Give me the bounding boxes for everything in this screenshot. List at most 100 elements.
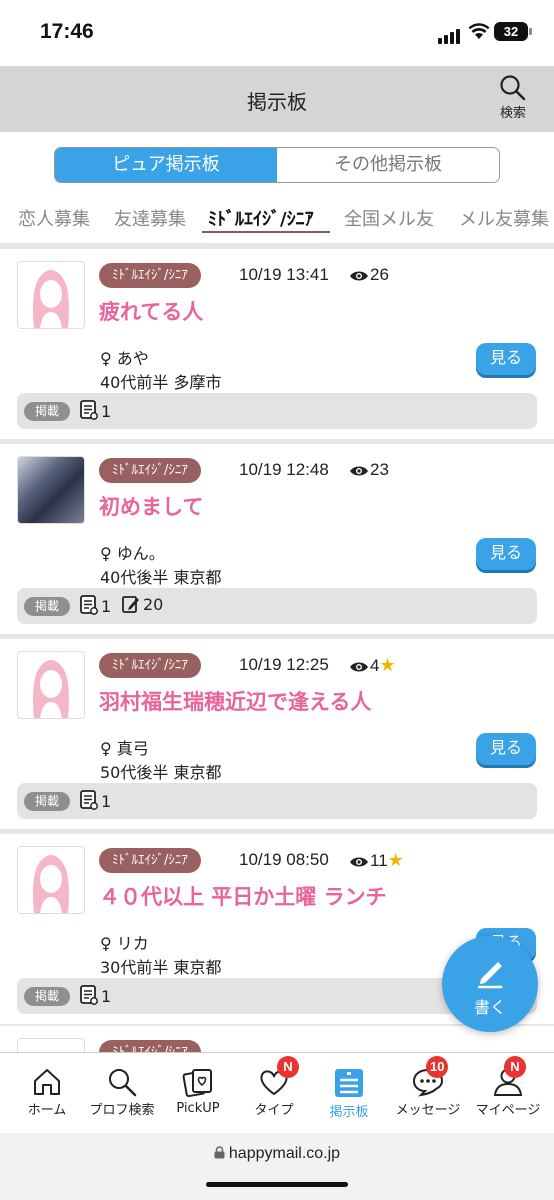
- post-info-bar: 掲載 1: [17, 393, 537, 429]
- nav-label: プロフ検索: [89, 1103, 155, 1118]
- avatar[interactable]: [17, 651, 85, 719]
- view-button[interactable]: 見る: [476, 733, 536, 765]
- reply-count-value: 20: [143, 595, 164, 614]
- category-badge: ﾐﾄﾞﾙｴｲｼﾞ/ｼﾆｱ: [99, 848, 201, 873]
- avatar[interactable]: [17, 846, 85, 914]
- avatar: [17, 1038, 85, 1052]
- notification-badge: N: [277, 1056, 299, 1078]
- eye-icon: [350, 271, 368, 281]
- list-item[interactable]: ﾐﾄﾞﾙｴｲｼﾞ/ｼﾆｱ 10/19 12:48 23 初めまして ♀ ゆん。 40代後半…: [0, 444, 554, 634]
- tab-other-board[interactable]: その他掲示板: [277, 148, 499, 182]
- view-count: 11★: [349, 850, 404, 871]
- posted-tag: 掲載: [24, 792, 71, 811]
- category-tab[interactable]: 友達募集: [114, 205, 186, 231]
- edit-icon: [122, 596, 139, 613]
- post-title[interactable]: 初めまして: [99, 491, 203, 521]
- category-tab[interactable]: 全国メル友: [344, 205, 434, 231]
- board-switcher: ピュア掲示板 その他掲示板: [54, 147, 500, 183]
- battery-indicator: 32: [494, 22, 532, 41]
- poster-name: ♀ 真弓: [100, 739, 149, 758]
- list-item-partial: ﾐﾄﾞﾙｴｲｼﾞ/ｼﾆｱ: [0, 1026, 554, 1052]
- default-avatar-icon: [33, 270, 69, 328]
- search-icon: [109, 1069, 137, 1097]
- view-button[interactable]: 見る: [476, 538, 536, 570]
- poster-name: ♀ リカ: [100, 934, 149, 953]
- browser-url-bar[interactable]: happymail.co.jp: [0, 1133, 554, 1200]
- notification-badge: 10: [426, 1056, 449, 1078]
- search-icon: [500, 75, 526, 101]
- write-label: 書く: [473, 998, 506, 1017]
- view-count: 23: [349, 460, 389, 480]
- nav-board[interactable]: 掲示板: [314, 1053, 384, 1133]
- post-info-bar: 掲載 1 20: [17, 588, 537, 624]
- notification-badge: N: [504, 1056, 526, 1078]
- app-header: 掲示板 検索: [0, 66, 554, 132]
- nav-home[interactable]: ホーム: [12, 1053, 82, 1133]
- view-button[interactable]: 見る: [476, 343, 536, 375]
- list-item[interactable]: ﾐﾄﾞﾙｴｲｼﾞ/ｼﾆｱ 10/19 12:25 4★ 羽村福生瑞穂近辺で逢える人 ♀ …: [0, 639, 554, 829]
- post-count: 1: [80, 595, 111, 616]
- view-count-value: 23: [370, 460, 389, 479]
- clock: 17:46: [40, 20, 94, 43]
- search-button[interactable]: 検索: [486, 72, 540, 128]
- avatar[interactable]: [17, 261, 85, 329]
- poster-age-area: 50代後半 東京都: [100, 763, 222, 782]
- tab-pure-board[interactable]: ピュア掲示板: [55, 148, 277, 182]
- poster-age-area: 40代前半 多摩市: [100, 373, 222, 392]
- category-tabs: 恋人募集 友達募集 ﾐﾄﾞﾙｴｲｼﾞ/ｼﾆｱ 全国メル友 メル友募集: [0, 205, 554, 239]
- nav-label: マイページ: [475, 1103, 541, 1118]
- default-avatar-icon: [33, 660, 69, 718]
- poster-age-area: 30代前半 東京都: [100, 958, 222, 977]
- signal-icon: [438, 25, 462, 44]
- eye-icon: [350, 857, 368, 867]
- view-count: 26: [349, 265, 389, 285]
- category-badge: ﾐﾄﾞﾙｴｲｼﾞ/ｼﾆｱ: [99, 653, 201, 678]
- category-tab[interactable]: メル友募集: [459, 205, 549, 231]
- pen-icon: [477, 962, 503, 989]
- list-item[interactable]: ﾐﾄﾞﾙｴｲｼﾞ/ｼﾆｱ 10/19 13:41 26 疲れてる人 ♀ あや 40代前半 …: [0, 249, 554, 439]
- view-count: 4★: [349, 655, 396, 676]
- post-date: 10/19 12:25: [239, 655, 329, 674]
- write-post-button[interactable]: 書く: [442, 936, 538, 1032]
- wifi-icon: [468, 23, 490, 39]
- search-label: 検索: [499, 106, 526, 121]
- avatar[interactable]: [17, 456, 85, 524]
- nav-label: 掲示板: [329, 1105, 369, 1120]
- star-icon: ★: [379, 655, 396, 675]
- category-badge: ﾐﾄﾞﾙｴｲｼﾞ/ｼﾆｱ: [99, 1040, 201, 1052]
- bottom-nav: ホーム プロフ検索 PickUP タイプ N 掲示板 メッセージ 10 マイペー…: [0, 1052, 554, 1133]
- bulletin-board-icon: [335, 1069, 363, 1097]
- post-title[interactable]: ４０代以上 平日か土曜 ランチ: [99, 881, 387, 911]
- default-avatar-icon: [33, 855, 69, 913]
- post-count-value: 1: [101, 402, 112, 421]
- document-icon: [80, 790, 98, 810]
- post-count: 1: [80, 985, 111, 1006]
- nav-mypage[interactable]: マイページ N: [470, 1053, 546, 1133]
- lock-icon: [214, 1146, 225, 1159]
- posted-tag: 掲載: [24, 987, 71, 1006]
- posted-tag: 掲載: [24, 597, 71, 616]
- post-date: 10/19 12:48: [239, 460, 329, 479]
- post-count-value: 1: [101, 597, 112, 616]
- nav-type[interactable]: タイプ N: [239, 1053, 309, 1133]
- home-indicator: [206, 1182, 348, 1187]
- post-date: 10/19 08:50: [239, 850, 329, 869]
- category-tab[interactable]: 恋人募集: [18, 205, 90, 231]
- post-title[interactable]: 疲れてる人: [99, 296, 203, 326]
- nav-label: PickUP: [176, 1101, 220, 1116]
- url: happymail.co.jp: [228, 1145, 341, 1162]
- nav-pickup[interactable]: PickUP: [163, 1053, 233, 1133]
- post-title[interactable]: 羽村福生瑞穂近辺で逢える人: [99, 686, 371, 716]
- view-count-value: 11: [370, 851, 388, 870]
- home-icon: [34, 1069, 60, 1095]
- star-icon: ★: [387, 850, 404, 870]
- post-info-bar: 掲載 1: [17, 783, 537, 819]
- category-badge: ﾐﾄﾞﾙｴｲｼﾞ/ｼﾆｱ: [99, 458, 201, 483]
- nav-messages[interactable]: メッセージ 10: [390, 1053, 466, 1133]
- url-text: happymail.co.jp: [0, 1145, 554, 1163]
- category-tab-active[interactable]: ﾐﾄﾞﾙｴｲｼﾞ/ｼﾆｱ: [208, 205, 314, 231]
- nav-profile-search[interactable]: プロフ検索: [87, 1053, 157, 1133]
- view-count-value: 26: [370, 265, 389, 284]
- post-count: 1: [80, 790, 111, 811]
- poster-name: ♀ あや: [100, 349, 149, 368]
